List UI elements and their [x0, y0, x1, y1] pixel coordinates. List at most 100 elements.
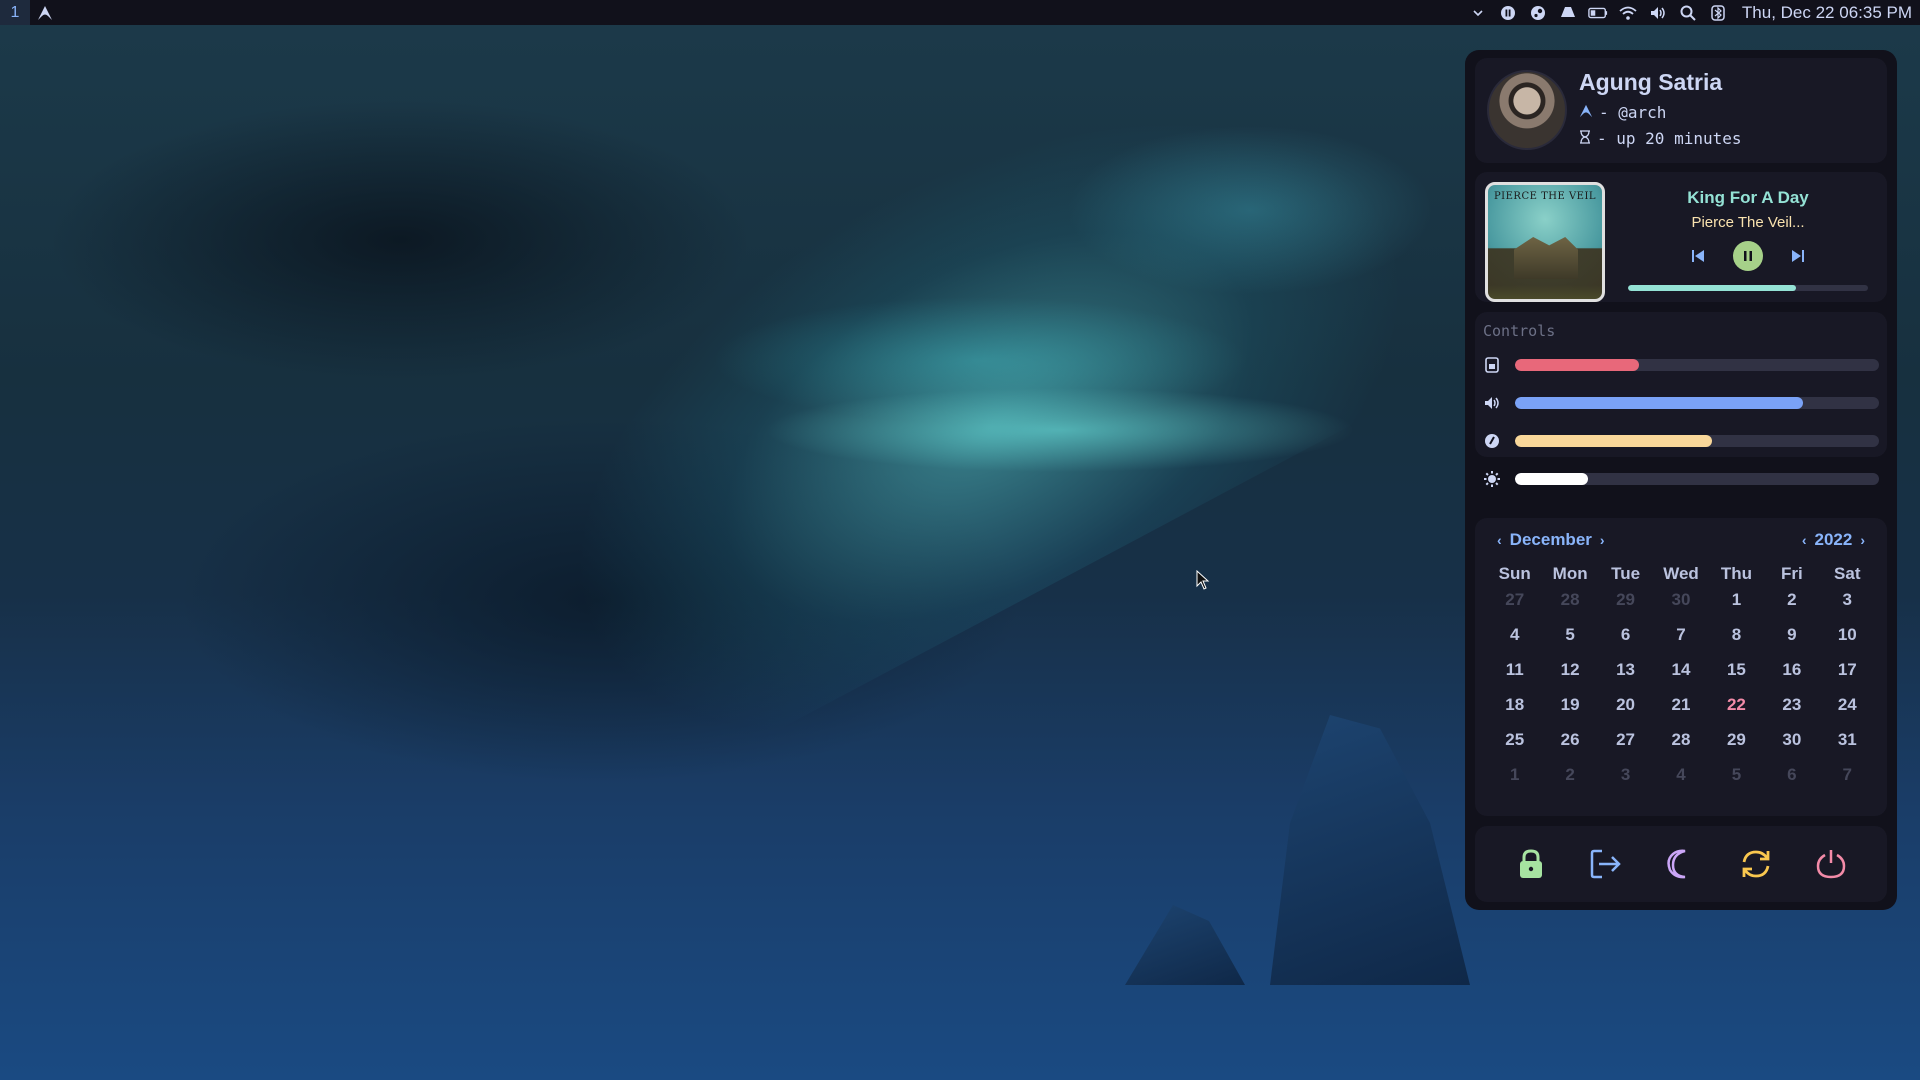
calendar-day[interactable]: 28 — [1542, 588, 1597, 623]
lock-icon — [1519, 849, 1542, 878]
username: Agung Satria — [1579, 69, 1723, 95]
calendar-day[interactable]: 3 — [1598, 763, 1653, 798]
next-month-chevron-icon[interactable]: › — [1600, 532, 1605, 548]
hostname: - @arch — [1599, 103, 1667, 122]
calendar-day[interactable]: 10 — [1820, 623, 1875, 658]
battery-icon[interactable] — [1588, 3, 1608, 23]
track-progress-bar[interactable] — [1628, 285, 1868, 291]
logout-button[interactable] — [1586, 844, 1626, 884]
calendar-day[interactable]: 17 — [1820, 658, 1875, 693]
calendar-day[interactable]: 29 — [1709, 728, 1764, 763]
calendar-day[interactable]: 4 — [1653, 763, 1708, 798]
logout-icon — [1590, 849, 1621, 879]
media-pause-icon[interactable] — [1498, 3, 1518, 23]
brightness-slider-fill — [1515, 473, 1588, 485]
calendar-day[interactable]: 26 — [1542, 728, 1597, 763]
prev-year-chevron-icon[interactable]: ‹ — [1802, 532, 1807, 548]
reboot-button[interactable] — [1736, 844, 1776, 884]
memory-slider-fill — [1515, 359, 1639, 371]
calendar-year: 2022 — [1814, 530, 1853, 549]
calendar-day[interactable]: 31 — [1820, 728, 1875, 763]
calendar-day-today[interactable]: 22 — [1709, 693, 1764, 728]
calendar-day[interactable]: 21 — [1653, 693, 1708, 728]
wallpaper-rock — [1270, 715, 1470, 985]
calendar-day[interactable]: 1 — [1709, 588, 1764, 623]
calendar-day[interactable]: 7 — [1653, 623, 1708, 658]
calendar-day[interactable]: 6 — [1598, 623, 1653, 658]
calendar-day[interactable]: 30 — [1764, 728, 1819, 763]
calendar-day[interactable]: 12 — [1542, 658, 1597, 693]
sleep-button[interactable] — [1661, 844, 1701, 884]
mouse-cursor-icon — [1196, 569, 1210, 595]
calendar-day[interactable]: 1 — [1487, 763, 1542, 798]
mic-slider-row — [1483, 422, 1879, 460]
wifi-icon[interactable] — [1618, 3, 1638, 23]
calendar-day[interactable]: 4 — [1487, 623, 1542, 658]
calendar-day[interactable]: 7 — [1820, 763, 1875, 798]
calendar-day[interactable]: 19 — [1542, 693, 1597, 728]
prev-month-chevron-icon[interactable]: ‹ — [1497, 532, 1502, 548]
workspace-indicator[interactable]: 1 — [0, 0, 30, 25]
profile-card: Agung Satria - @arch - up 20 minutes — [1475, 58, 1887, 163]
play-pause-button[interactable] — [1733, 241, 1763, 271]
previous-button[interactable] — [1687, 245, 1709, 267]
track-artist: Pierce The Veil... — [1691, 214, 1805, 231]
volume-slider-fill — [1515, 397, 1803, 409]
calendar-day[interactable]: 2 — [1764, 588, 1819, 623]
volume-slider[interactable] — [1515, 397, 1879, 409]
next-year-chevron-icon[interactable]: › — [1860, 532, 1865, 548]
mic-slider-fill — [1515, 435, 1712, 447]
power-menu — [1475, 826, 1887, 902]
uptime: - up 20 minutes — [1597, 129, 1742, 148]
calendar-card: ‹ December › ‹ 2022 › Sun Mon Tue Wed Thu Fri… — [1475, 518, 1887, 816]
clock[interactable]: Thu, Dec 22 06:35 PM — [1742, 3, 1912, 23]
calendar-day[interactable]: 14 — [1653, 658, 1708, 693]
shutdown-button[interactable] — [1811, 844, 1851, 884]
calendar-day[interactable]: 11 — [1487, 658, 1542, 693]
avatar — [1487, 70, 1567, 150]
calendar-day[interactable]: 24 — [1820, 693, 1875, 728]
moon-icon — [1667, 849, 1686, 879]
weekday-header: Sun — [1498, 564, 1531, 583]
top-bar: 1 Thu, Dec 22 06:35 PM — [0, 0, 1920, 25]
brightness-slider[interactable] — [1515, 473, 1879, 485]
system-tray: Thu, Dec 22 06:35 PM — [1468, 3, 1920, 23]
lock-button[interactable] — [1511, 844, 1551, 884]
calendar-day[interactable]: 15 — [1709, 658, 1764, 693]
mic-slider[interactable] — [1515, 435, 1879, 447]
bluetooth-icon[interactable] — [1708, 3, 1728, 23]
calendar-day[interactable]: 25 — [1487, 728, 1542, 763]
track-title: King For A Day — [1687, 188, 1809, 207]
calendar-day[interactable]: 23 — [1764, 693, 1819, 728]
calendar-day[interactable]: 29 — [1598, 588, 1653, 623]
calendar-day[interactable]: 5 — [1709, 763, 1764, 798]
calendar-day[interactable]: 9 — [1764, 623, 1819, 658]
next-button[interactable] — [1787, 245, 1809, 267]
chevron-down-icon[interactable] — [1468, 3, 1488, 23]
calendar-month: December — [1509, 530, 1592, 549]
calendar-day[interactable]: 28 — [1653, 728, 1708, 763]
album-art: PIERCE THE VEIL — [1485, 182, 1605, 302]
calendar-day[interactable]: 6 — [1764, 763, 1819, 798]
calendar-day[interactable]: 5 — [1542, 623, 1597, 658]
arch-logo-icon[interactable] — [30, 0, 60, 25]
calendar-day[interactable]: 8 — [1709, 623, 1764, 658]
calendar-day[interactable]: 18 — [1487, 693, 1542, 728]
calendar-day[interactable]: 20 — [1598, 693, 1653, 728]
calendar-day[interactable]: 13 — [1598, 658, 1653, 693]
calendar-day[interactable]: 27 — [1598, 728, 1653, 763]
calendar-day[interactable]: 2 — [1542, 763, 1597, 798]
calendar-day[interactable]: 3 — [1820, 588, 1875, 623]
drive-icon[interactable] — [1558, 3, 1578, 23]
calendar-grid: Sun Mon Tue Wed Thu Fri Sat 27 28 29 30 1 2 3 4 5 6 7 8 9 10… — [1483, 564, 1879, 798]
calendar-day[interactable]: 27 — [1487, 588, 1542, 623]
brightness-icon — [1483, 470, 1501, 488]
search-icon[interactable] — [1678, 3, 1698, 23]
calendar-day[interactable]: 16 — [1764, 658, 1819, 693]
calendar-day[interactable]: 30 — [1653, 588, 1708, 623]
dashboard-panel: Agung Satria - @arch - up 20 minutes PIE… — [1465, 50, 1897, 910]
volume-icon[interactable] — [1648, 3, 1668, 23]
steam-icon[interactable] — [1528, 3, 1548, 23]
memory-slider[interactable] — [1515, 359, 1879, 371]
weekday-header: Sat — [1834, 564, 1861, 583]
